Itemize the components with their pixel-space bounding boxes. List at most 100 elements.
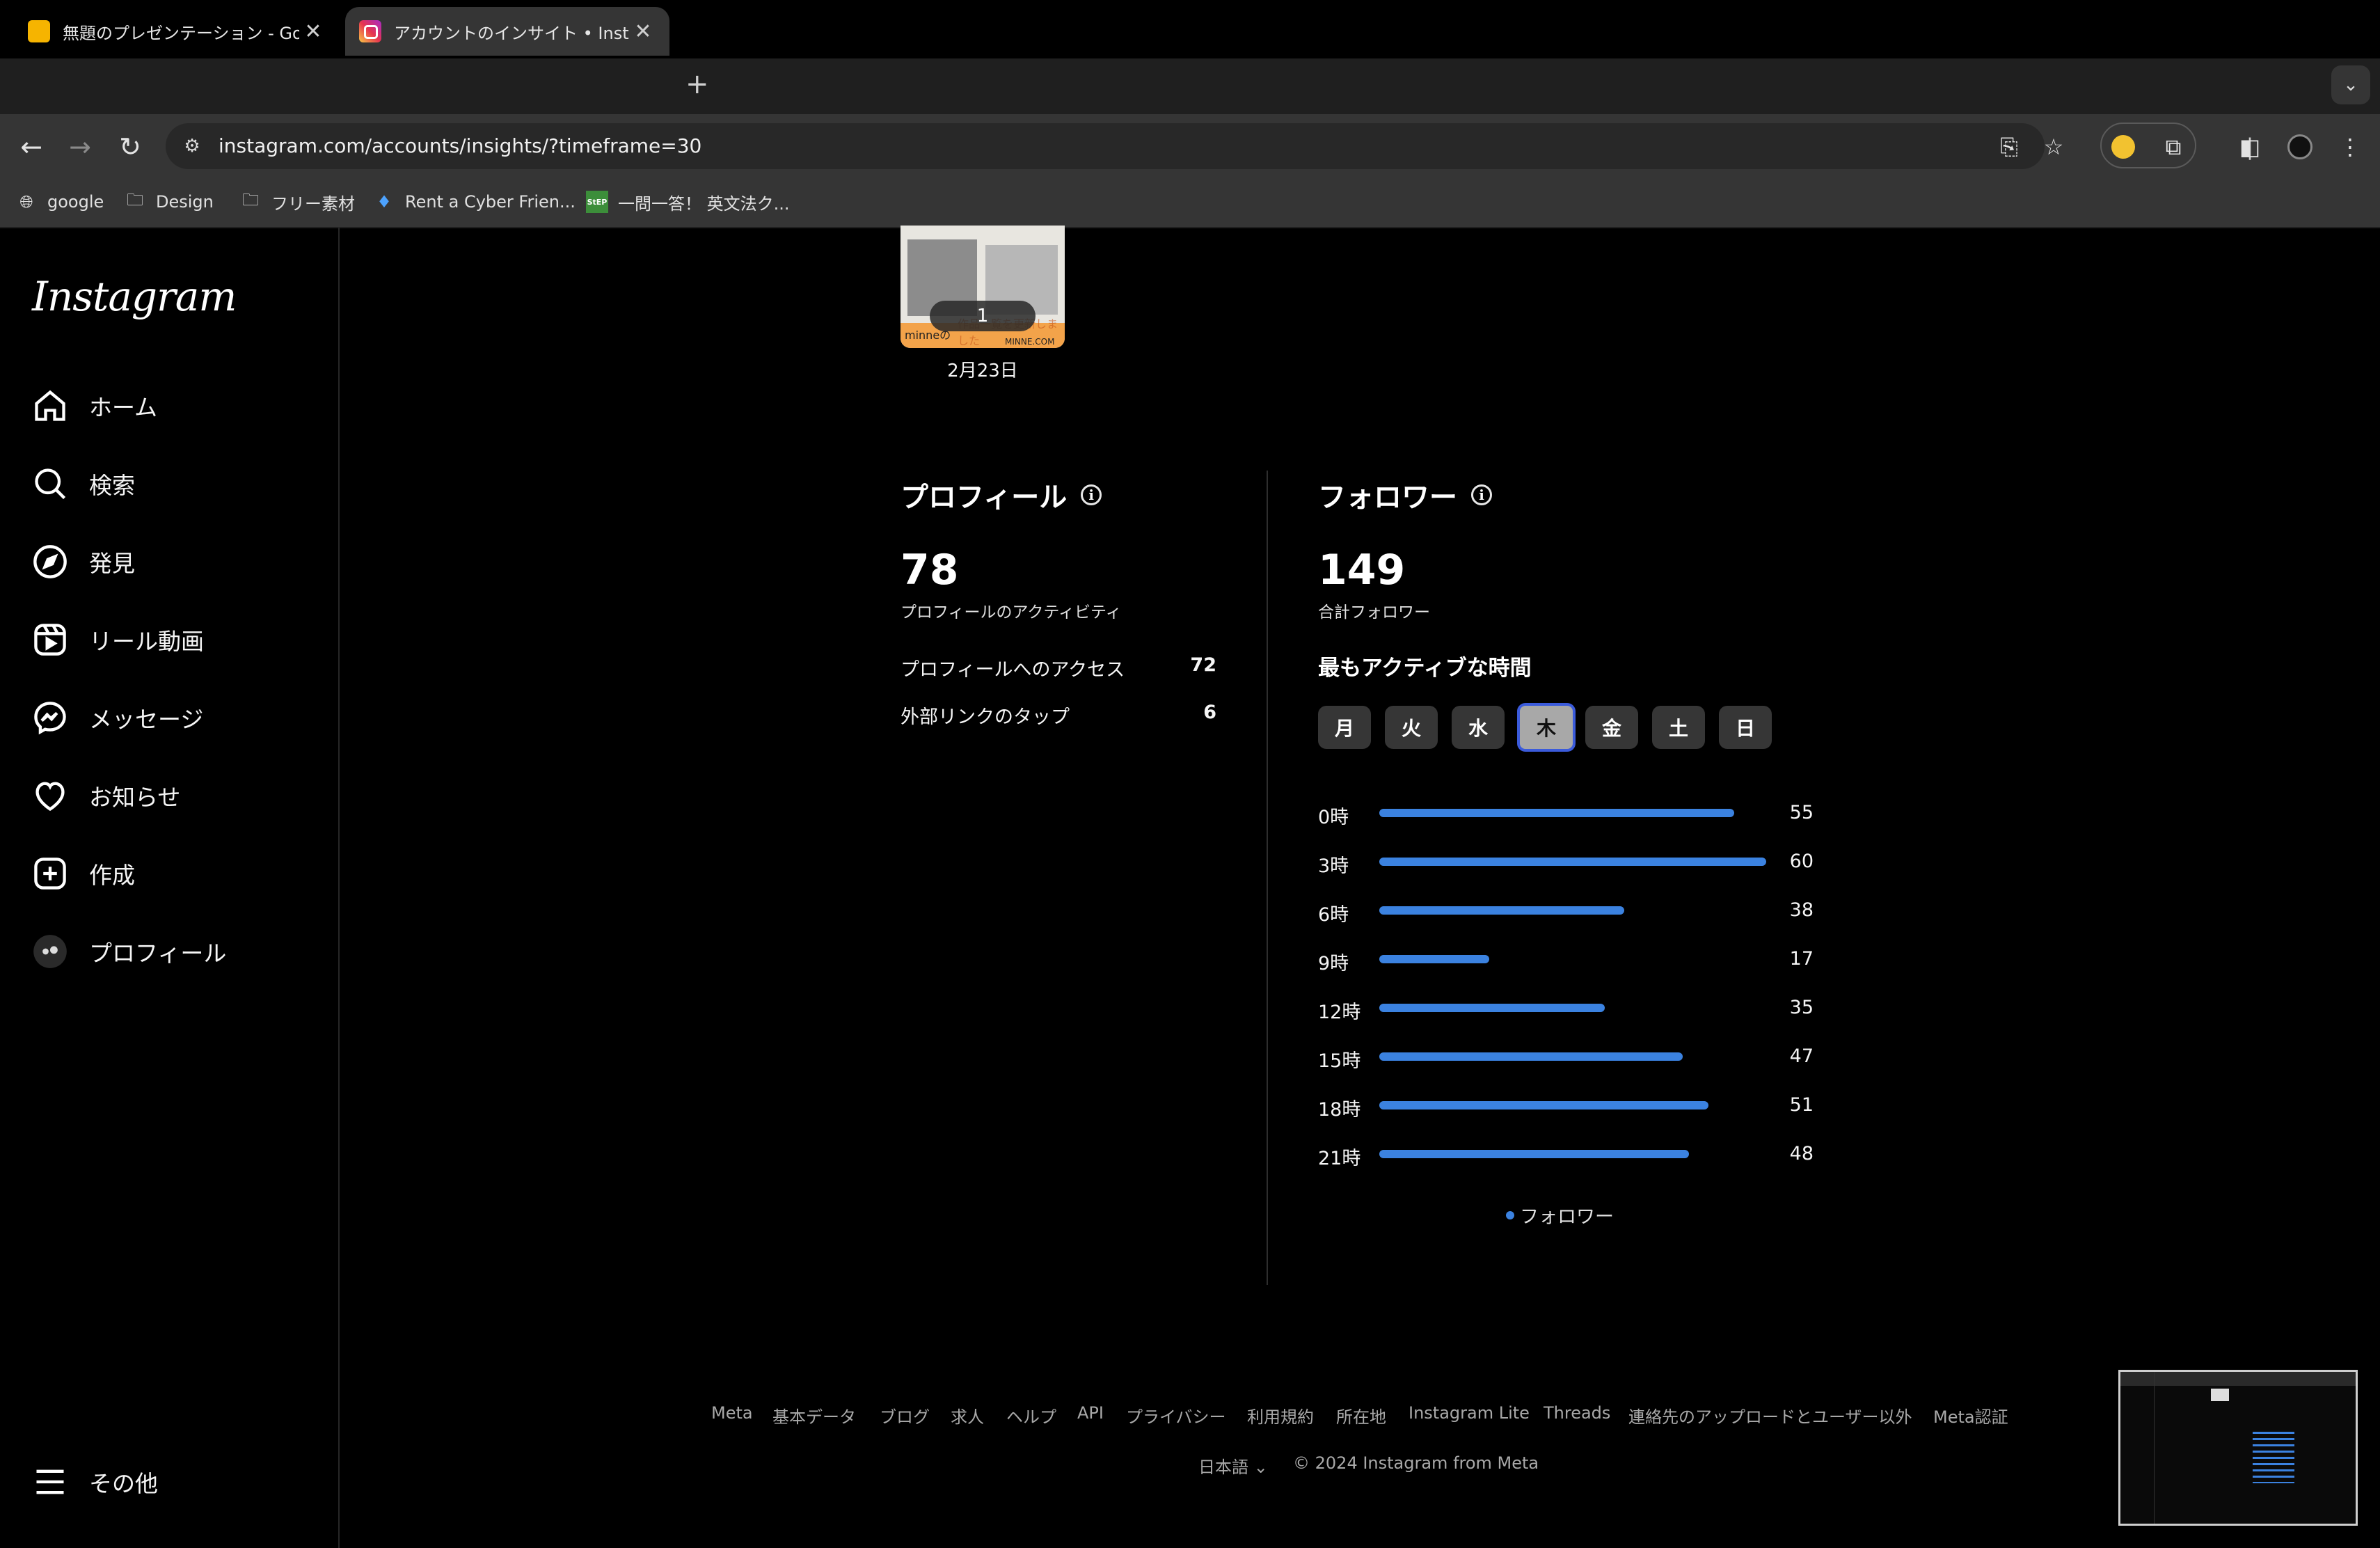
heart-icon xyxy=(35,782,65,812)
tab-instagram-insights[interactable]: アカウントのインサイト • Instag ✕ xyxy=(345,7,669,56)
preview-bars xyxy=(2253,1428,2294,1483)
nav-label: 検索 xyxy=(89,472,135,499)
nav-messages[interactable]: メッセージ xyxy=(32,693,324,742)
extension-avatar-icon[interactable] xyxy=(2106,129,2141,164)
day-button-wed[interactable]: 水 xyxy=(1452,706,1505,749)
plus-square-icon xyxy=(34,858,66,890)
footer-link[interactable]: Threads xyxy=(1544,1403,1610,1423)
reels-icon xyxy=(34,624,66,656)
compass-icon xyxy=(33,545,67,578)
profile-avatar-icon[interactable] xyxy=(2283,129,2317,164)
extensions-puzzle-icon[interactable]: ⧉ xyxy=(2156,129,2191,164)
footer-link[interactable]: API xyxy=(1077,1403,1104,1423)
profile-activity-label: プロフィールのアクティビティ xyxy=(901,603,1122,622)
footer-link[interactable]: 求人 xyxy=(951,1403,984,1428)
hour-bar-fill xyxy=(1379,1101,1708,1109)
globe-icon: 🌐︎ xyxy=(19,192,33,212)
screenshot-preview-thumbnail[interactable] xyxy=(2118,1370,2358,1526)
external-link-taps-value: 6 xyxy=(1203,702,1216,723)
footer-link[interactable]: ヘルプ xyxy=(1006,1403,1056,1428)
footer-link[interactable]: Instagram Lite xyxy=(1409,1403,1530,1423)
footer-link[interactable]: Meta xyxy=(711,1403,753,1423)
tab-slides[interactable]: 無題のプレゼンテーション - Goo ✕ xyxy=(0,7,340,56)
footer-link[interactable]: ブログ xyxy=(880,1403,930,1428)
close-tab-icon[interactable]: ✕ xyxy=(629,19,657,44)
nav-create[interactable]: 作成 xyxy=(32,849,324,898)
folder-icon: 🗀 xyxy=(127,189,143,210)
day-button-sat[interactable]: 土 xyxy=(1652,706,1705,749)
instagram-logo[interactable]: Instagram xyxy=(32,273,237,320)
bookmark-folder-free-material[interactable]: 🗀 フリー素材 xyxy=(239,188,355,216)
hour-label: 18時 xyxy=(1318,1099,1361,1121)
hour-label: 0時 xyxy=(1318,807,1349,828)
nav-reels[interactable]: リール動画 xyxy=(32,615,324,664)
chevron-down-icon: ⌄ xyxy=(1253,1458,1268,1477)
external-link-taps-label: 外部リンクのタップ xyxy=(901,706,1070,728)
hour-bar xyxy=(1379,955,1489,963)
info-icon[interactable]: i xyxy=(1081,484,1102,505)
section-title-text: プロフィール xyxy=(901,482,1068,514)
footer-link[interactable]: プライバシー xyxy=(1126,1403,1226,1428)
day-button-sun[interactable]: 日 xyxy=(1719,706,1772,749)
bookmark-star-icon[interactable]: ☆ xyxy=(2036,129,2071,164)
side-panel-icon[interactable]: ◧ xyxy=(2232,129,2267,164)
back-icon[interactable]: ← xyxy=(14,129,49,164)
hour-value: 17 xyxy=(1789,948,1814,970)
bookmark-rent-a-cyber-friend[interactable]: ♦ Rent a Cyber Frien... xyxy=(373,188,576,216)
install-app-icon[interactable]: ⎘ xyxy=(1992,129,2026,164)
hour-bar-fill xyxy=(1379,858,1766,866)
hour-value: 55 xyxy=(1789,802,1814,823)
info-icon[interactable]: i xyxy=(1471,484,1492,505)
nav-search[interactable]: 検索 xyxy=(32,459,324,508)
nav-more[interactable]: その他 xyxy=(32,1458,324,1506)
profile-visits-label: プロフィールへのアクセス xyxy=(901,659,1125,681)
followers-total: 149 xyxy=(1318,546,1406,594)
reload-icon[interactable]: ↻ xyxy=(113,129,148,164)
balloon-icon: ♦ xyxy=(376,192,392,212)
legend-label: フォロワー xyxy=(1520,1206,1614,1228)
tab-search-chevron-icon[interactable]: ⌄ xyxy=(2331,65,2370,104)
messenger-icon xyxy=(34,702,66,735)
hour-bar xyxy=(1379,1052,1683,1061)
hour-bar xyxy=(1379,858,1766,866)
bookmark-label: google xyxy=(47,192,104,212)
forward-icon[interactable]: → xyxy=(63,129,97,164)
nav-notifications[interactable]: お知らせ xyxy=(32,771,324,820)
hour-bar xyxy=(1379,809,1734,817)
preview-chrome xyxy=(2120,1372,2356,1386)
language-selector[interactable]: 日本語 ⌄ xyxy=(1198,1453,1268,1478)
footer-link[interactable]: 利用規約 xyxy=(1247,1403,1314,1428)
new-tab-icon[interactable]: + xyxy=(685,68,709,100)
nav-label: プロフィール xyxy=(89,940,227,967)
close-tab-icon[interactable]: ✕ xyxy=(299,19,327,44)
nav-profile[interactable]: プロフィール xyxy=(32,927,324,976)
bookmark-google[interactable]: 🌐︎ google xyxy=(15,188,104,216)
footer-link[interactable]: Meta認証 xyxy=(1933,1403,2008,1428)
day-button-tue[interactable]: 火 xyxy=(1385,706,1438,749)
hour-value: 38 xyxy=(1789,899,1814,921)
home-icon xyxy=(35,390,65,421)
post-count-badge: 1 xyxy=(930,301,1036,331)
day-button-fri[interactable]: 金 xyxy=(1585,706,1638,749)
bookmark-grammar-quiz[interactable]: StEP 一問一答！ 英文法ク... xyxy=(586,188,790,216)
day-button-mon[interactable]: 月 xyxy=(1318,706,1371,749)
preview-post xyxy=(2211,1389,2229,1401)
footer-link[interactable]: 基本データ xyxy=(772,1403,856,1428)
hour-bar xyxy=(1379,1150,1689,1158)
legend-dot xyxy=(1506,1210,1514,1219)
nav-explore[interactable]: 発見 xyxy=(32,537,324,586)
section-title-text: フォロワー xyxy=(1318,482,1457,514)
chart-legend: フォロワー xyxy=(1506,1201,1614,1229)
language-label: 日本語 xyxy=(1198,1458,1248,1477)
nav-home[interactable]: ホーム xyxy=(32,381,324,430)
hour-value: 35 xyxy=(1789,997,1814,1018)
site-info-icon[interactable]: ⚙ xyxy=(178,132,206,160)
browser-menu-icon[interactable]: ⋮ xyxy=(2333,129,2367,164)
footer-link[interactable]: 連絡先のアップロードとユーザー以外 xyxy=(1628,1403,1912,1428)
url-text[interactable]: instagram.com/accounts/insights/?timefra… xyxy=(219,132,701,160)
footer-link[interactable]: 所在地 xyxy=(1336,1403,1386,1428)
post-date: 2月23日 xyxy=(947,361,1018,381)
day-button-thu[interactable]: 木 xyxy=(1517,703,1576,752)
bookmark-folder-design[interactable]: 🗀 Design xyxy=(124,188,214,216)
bookmark-label: Design xyxy=(156,192,214,212)
